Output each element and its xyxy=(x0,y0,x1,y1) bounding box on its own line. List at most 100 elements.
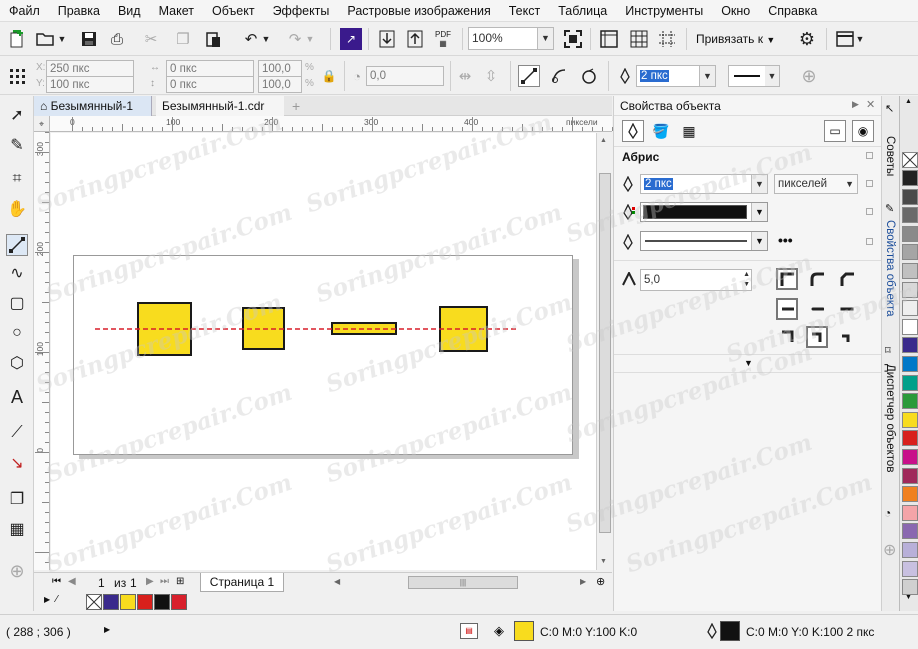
palette-swatch[interactable] xyxy=(902,337,918,354)
save-icon[interactable] xyxy=(78,28,100,50)
width-expand-box[interactable] xyxy=(866,180,873,187)
eyedropper-icon[interactable]: ⁄ xyxy=(56,594,58,605)
fill-tab-icon[interactable]: 🪣 xyxy=(650,120,672,142)
text-tool-icon[interactable]: A xyxy=(6,386,28,408)
docker-width-dropdown-icon[interactable]: ▼ xyxy=(751,175,767,193)
hscroll-left-icon[interactable]: ◀ xyxy=(334,577,340,586)
miter-spinner-icon[interactable]: ▲ ▼ xyxy=(743,270,750,290)
last-page-icon[interactable]: ⏭ xyxy=(160,576,169,587)
scale-x-field[interactable]: 100,0 xyxy=(258,60,302,77)
palette-no-color[interactable] xyxy=(902,152,918,168)
units-dropdown-icon[interactable]: ▼ xyxy=(845,175,854,193)
docker-line-style-dropdown-icon[interactable]: ▼ xyxy=(751,232,767,250)
style-expand-box[interactable] xyxy=(866,238,873,245)
docker-preview-icon[interactable]: ◉ xyxy=(852,120,874,142)
undo-dropdown-icon[interactable]: ▼ xyxy=(260,28,272,50)
rotation-angle-field[interactable]: 0,0 xyxy=(366,66,444,86)
palette-swatch[interactable] xyxy=(902,225,918,242)
section-expand-box[interactable] xyxy=(866,152,873,159)
polygon-tool-icon[interactable]: ⬡ xyxy=(6,352,28,374)
zoom-dropdown-icon[interactable]: ▼ xyxy=(537,28,553,49)
palette-swatch[interactable] xyxy=(902,542,918,558)
width-field[interactable]: 0 пкс xyxy=(166,60,254,77)
import-icon[interactable] xyxy=(376,28,398,50)
tab-document-1[interactable]: ⌂ Безымянный-1 xyxy=(34,96,152,116)
zoom-level-field[interactable]: 100% ▼ xyxy=(468,27,554,50)
artistic-media-icon[interactable]: ∿ xyxy=(6,262,28,284)
export-icon[interactable] xyxy=(404,28,426,50)
publish-pdf-icon[interactable]: PDF ▦ xyxy=(432,28,454,50)
scroll-thumb[interactable] xyxy=(599,173,611,533)
menu-view[interactable]: Вид xyxy=(109,0,150,22)
add-tool-icon[interactable]: ⊕ xyxy=(6,560,28,582)
menu-table[interactable]: Таблица xyxy=(549,0,616,22)
doc-swatch-crimson[interactable] xyxy=(171,594,187,610)
palette-swatch[interactable] xyxy=(902,504,918,521)
menu-edit[interactable]: Правка xyxy=(49,0,109,22)
application-launcher-icon[interactable] xyxy=(834,28,856,50)
open-folder-icon[interactable] xyxy=(34,28,56,50)
docker-view-icon[interactable]: ▭ xyxy=(824,120,846,142)
palette-swatch[interactable] xyxy=(902,560,918,577)
palette-swatch[interactable] xyxy=(902,188,918,205)
palette-swatch[interactable] xyxy=(902,244,918,261)
x-position-field[interactable]: 250 пкс xyxy=(46,60,134,77)
position-outside-icon[interactable] xyxy=(776,326,798,348)
first-page-icon[interactable]: ⏮ xyxy=(52,576,61,587)
corner-round-icon[interactable] xyxy=(806,268,828,290)
corner-bevel-icon[interactable] xyxy=(836,268,858,290)
launcher-dropdown-icon[interactable]: ▼ xyxy=(854,28,866,50)
vertical-scrollbar[interactable]: ▲ ▼ xyxy=(596,133,612,570)
snap-to-dropdown[interactable]: Привязать к ▼ xyxy=(696,32,775,46)
palette-swatch[interactable] xyxy=(902,449,918,465)
crop-tool-icon[interactable]: ⌗ xyxy=(6,168,28,190)
palette-swatch[interactable] xyxy=(902,393,918,410)
units-select[interactable]: пикселей ▼ xyxy=(774,174,858,194)
outline-width-dropdown-icon[interactable]: ▼ xyxy=(699,66,715,86)
freehand-tool-icon[interactable] xyxy=(6,234,28,256)
tab-document-1-cdr[interactable]: Безымянный-1.cdr xyxy=(156,96,284,116)
outline-color-dropdown-icon[interactable]: ▼ xyxy=(751,203,767,221)
menu-layout[interactable]: Макет xyxy=(150,0,203,22)
palette-swatch[interactable] xyxy=(902,430,918,447)
palette-swatch[interactable] xyxy=(902,263,918,279)
ellipse-tool-icon[interactable]: ○ xyxy=(6,322,28,344)
show-rulers-icon[interactable] xyxy=(598,28,620,50)
undo-icon[interactable]: ↶ xyxy=(240,28,262,50)
connector-tool-icon[interactable]: ↘ xyxy=(6,452,28,474)
curve-mode-icon[interactable] xyxy=(548,65,570,87)
menu-help[interactable]: Справка xyxy=(759,0,826,22)
add-property-icon[interactable]: ⊕ xyxy=(798,65,820,87)
scroll-down-icon[interactable]: ▼ xyxy=(600,558,607,565)
status-expand-icon[interactable]: ▶ xyxy=(104,625,110,634)
scroll-up-icon[interactable]: ▲ xyxy=(600,137,607,144)
menu-bitmaps[interactable]: Растровые изображения xyxy=(338,0,499,22)
palette-swatch[interactable] xyxy=(902,467,918,484)
palette-swatch[interactable] xyxy=(902,579,918,596)
paste-icon[interactable] xyxy=(202,28,224,50)
parallel-dimension-icon[interactable]: ⟋ xyxy=(6,422,28,444)
drawing-canvas[interactable] xyxy=(51,133,596,570)
no-color-swatch[interactable] xyxy=(86,594,102,610)
outline-color-status-swatch[interactable] xyxy=(720,621,740,641)
menu-file[interactable]: Файл xyxy=(0,0,49,22)
palette-swatch[interactable] xyxy=(902,318,918,335)
doc-swatch-red[interactable] xyxy=(137,594,153,610)
drop-shadow-icon[interactable]: ❐ xyxy=(6,488,28,510)
tab-tips[interactable]: Советы xyxy=(884,136,896,176)
miter-limit-field[interactable]: 5,0 ▲ ▼ xyxy=(640,269,752,291)
palette-swatch[interactable] xyxy=(902,411,918,428)
palette-swatch[interactable] xyxy=(902,300,918,317)
palette-swatch[interactable] xyxy=(902,486,918,503)
palette-swatch[interactable] xyxy=(902,170,918,186)
shape-tool-icon[interactable]: ✎ xyxy=(6,134,28,156)
pick-tool-icon[interactable]: ➚ xyxy=(6,104,28,126)
transparency-tab-icon[interactable]: ▦ xyxy=(678,120,700,142)
outline-tab-icon[interactable] xyxy=(622,120,644,142)
outline-color-picker[interactable]: ▼ xyxy=(640,202,768,222)
palette-swatch[interactable] xyxy=(902,356,918,372)
hscroll-thumb[interactable]: ||| xyxy=(408,576,518,589)
y-position-field[interactable]: 100 пкс xyxy=(46,76,134,93)
palette-swatch[interactable] xyxy=(902,523,918,540)
add-page-icon[interactable]: ⊞ xyxy=(176,576,184,587)
